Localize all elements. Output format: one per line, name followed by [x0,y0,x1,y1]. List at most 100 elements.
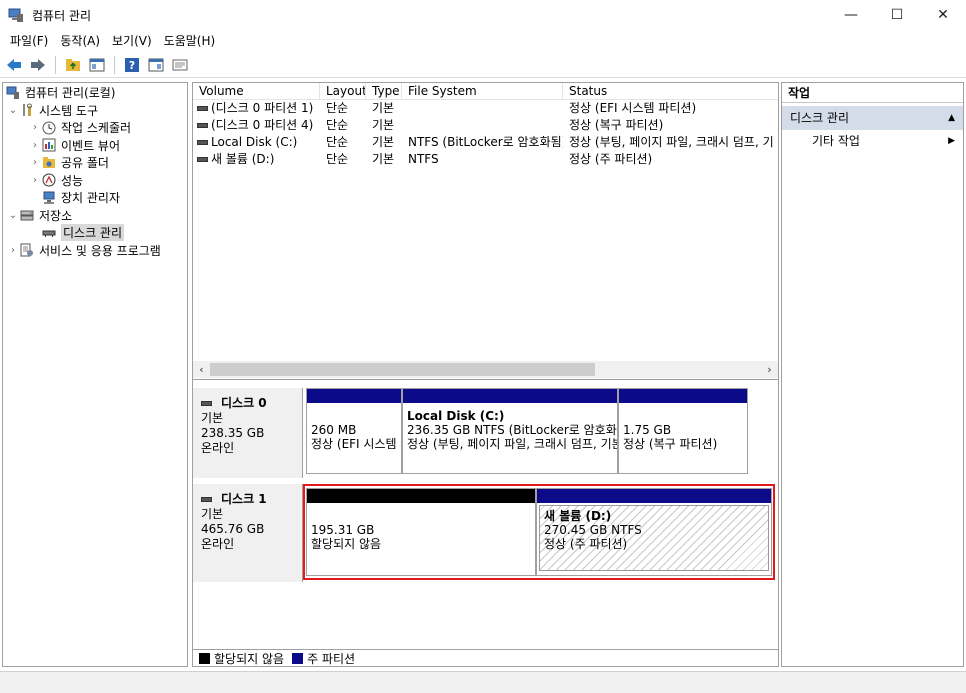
volume-layout: 단순 [326,101,349,115]
column-header-layout[interactable]: Layout [320,83,366,99]
partition-recovery[interactable]: 1.75 GB 정상 (복구 파티션) [618,388,748,474]
table-row[interactable]: Local Disk (C:) 단순 기본 NTFS (BitLocker로 암… [193,134,778,151]
minimize-button[interactable]: — [828,0,874,30]
services-icon [19,243,35,257]
actions-header: 작업 [782,83,963,103]
legend-primary: 주 파티션 [307,652,356,666]
volume-type: 기본 [372,135,395,149]
tree-item-disk-management[interactable]: 디스크 관리 [3,224,187,242]
chevron-right-icon[interactable]: › [29,122,41,133]
status-bar [0,671,966,693]
menu-file[interactable]: 파일(F) [4,30,54,52]
scroll-right-icon[interactable]: › [761,361,778,378]
tree-item-services-apps[interactable]: › 서비스 및 응용 프로그램 [3,242,187,260]
window-title: 컴퓨터 관리 [32,8,92,23]
forward-arrow-icon[interactable] [28,55,48,75]
menu-bar: 파일(F) 동작(A) 보기(V) 도움말(H) [0,30,966,52]
table-row[interactable]: 새 볼륨 (D:) 단순 기본 NTFS 정상 (주 파티션) [193,151,778,168]
tree-label: 시스템 도구 [39,103,99,118]
properties-icon[interactable] [170,55,190,75]
collapse-up-icon[interactable]: ▲ [948,106,955,130]
tree-label: 작업 스케줄러 [61,121,132,136]
disk-label[interactable]: 디스크 1 기본 465.76 GB 온라인 [193,484,303,582]
chevron-right-icon[interactable]: › [7,245,19,256]
tree-item-storage[interactable]: ⌄ 저장소 [3,207,187,225]
partition-efi[interactable]: 260 MB 정상 (EFI 시스템 파티션) [306,388,402,474]
tree-item-task-scheduler[interactable]: › 작업 스케줄러 [3,119,187,137]
chevron-right-icon[interactable]: › [29,140,41,151]
disk-kind: 기본 [201,411,224,425]
disk-row: 디스크 1 기본 465.76 GB 온라인 195.31 GB 할당되지 않음… [193,484,778,582]
show-hide-action-pane-icon[interactable] [146,55,166,75]
drive-icon [197,123,208,128]
menu-view[interactable]: 보기(V) [106,30,158,52]
partition-size: 236.35 GB NTFS (BitLocker로 암호화됨) [407,423,617,437]
disk-kind: 기본 [201,507,224,521]
show-hide-tree-icon[interactable] [87,55,107,75]
partition-bar [403,389,617,403]
column-header-status[interactable]: Status [563,83,778,99]
volume-status: 정상 (EFI 시스템 파티션) [569,101,697,115]
menu-help[interactable]: 도움말(H) [158,30,222,52]
volume-layout: 단순 [326,152,349,166]
disk-icon [201,497,212,502]
device-manager-icon [41,191,57,205]
navigation-tree: 컴퓨터 관리(로컬) ⌄ 시스템 도구 › 작업 스케줄러 › 이벤트 뷰어 ›… [2,82,188,667]
tree-item-shared-folders[interactable]: › 공유 폴더 [3,154,187,172]
partition-name: Local Disk (C:) [407,409,505,423]
title-bar: 컴퓨터 관리 — ☐ ✕ [0,0,966,30]
partition-status: 정상 (EFI 시스템 파티션) [311,437,401,451]
toolbar-separator [114,55,115,74]
toolbar: ? [0,52,966,78]
tree-item-device-manager[interactable]: 장치 관리자 [3,189,187,207]
column-header-file-system[interactable]: File System [402,83,563,99]
tree-item-system-tools[interactable]: ⌄ 시스템 도구 [3,102,187,120]
tree-item-root[interactable]: 컴퓨터 관리(로컬) [3,84,187,102]
clock-icon [41,121,57,135]
tree-label: 공유 폴더 [61,156,109,171]
table-row[interactable]: (디스크 0 파티션 4) 단순 기본 정상 (복구 파티션) [193,117,778,134]
chevron-right-icon[interactable]: › [29,157,41,168]
maximize-button[interactable]: ☐ [874,0,920,30]
actions-section-label: 디스크 관리 [790,111,850,125]
back-arrow-icon[interactable] [4,55,24,75]
svg-text:?: ? [129,59,135,72]
scrollbar-thumb[interactable] [210,363,595,376]
help-icon[interactable]: ? [122,55,142,75]
shared-folder-icon [41,156,57,170]
chevron-down-icon[interactable]: ⌄ [7,105,19,116]
more-actions-item[interactable]: 기타 작업 ▶ [782,130,963,152]
volume-type: 기본 [372,118,395,132]
volume-list: Volume Layout Type File System Status (디… [193,83,778,378]
volume-file-system: NTFS (BitLocker로 암호화됨) [408,135,563,149]
drive-icon [197,106,208,111]
partition-status: 정상 (부팅, 페이지 파일, 크래시 덤프, 기본 데이터 파티션) [407,437,617,451]
partition-size: 260 MB [311,423,357,437]
volume-list-header: Volume Layout Type File System Status [193,83,778,100]
menu-action[interactable]: 동작(A) [54,30,106,52]
volume-name: Local Disk (C:) [211,135,298,149]
chevron-down-icon[interactable]: ⌄ [7,210,19,221]
close-button[interactable]: ✕ [920,0,966,30]
volume-status: 정상 (주 파티션) [569,152,653,166]
column-header-type[interactable]: Type [366,83,402,99]
primary-partition-swatch [292,653,304,664]
folder-up-icon[interactable] [63,55,83,75]
partition-bar [307,389,401,403]
tree-item-event-viewer[interactable]: › 이벤트 뷰어 [3,137,187,155]
column-header-volume[interactable]: Volume [193,83,320,99]
table-row[interactable]: (디스크 0 파티션 1) 단순 기본 정상 (EFI 시스템 파티션) [193,100,778,117]
partition-c[interactable]: Local Disk (C:) 236.35 GB NTFS (BitLocke… [402,388,618,474]
drive-icon [197,157,208,162]
disk-label[interactable]: 디스크 0 기본 238.35 GB 온라인 [193,388,303,478]
tree-label: 디스크 관리 [61,224,125,242]
volume-name: (디스크 0 파티션 4) [211,118,314,132]
disk-management-pane: Volume Layout Type File System Status (디… [192,82,779,667]
computer-management-icon [8,7,24,23]
chevron-right-icon[interactable]: › [29,175,41,186]
actions-section-disk-management[interactable]: 디스크 관리 ▲ [782,106,963,130]
horizontal-scrollbar[interactable]: ‹ › [193,361,778,378]
tree-item-performance[interactable]: › 성능 [3,172,187,190]
tree-label: 이벤트 뷰어 [61,138,121,153]
scroll-left-icon[interactable]: ‹ [193,361,210,378]
